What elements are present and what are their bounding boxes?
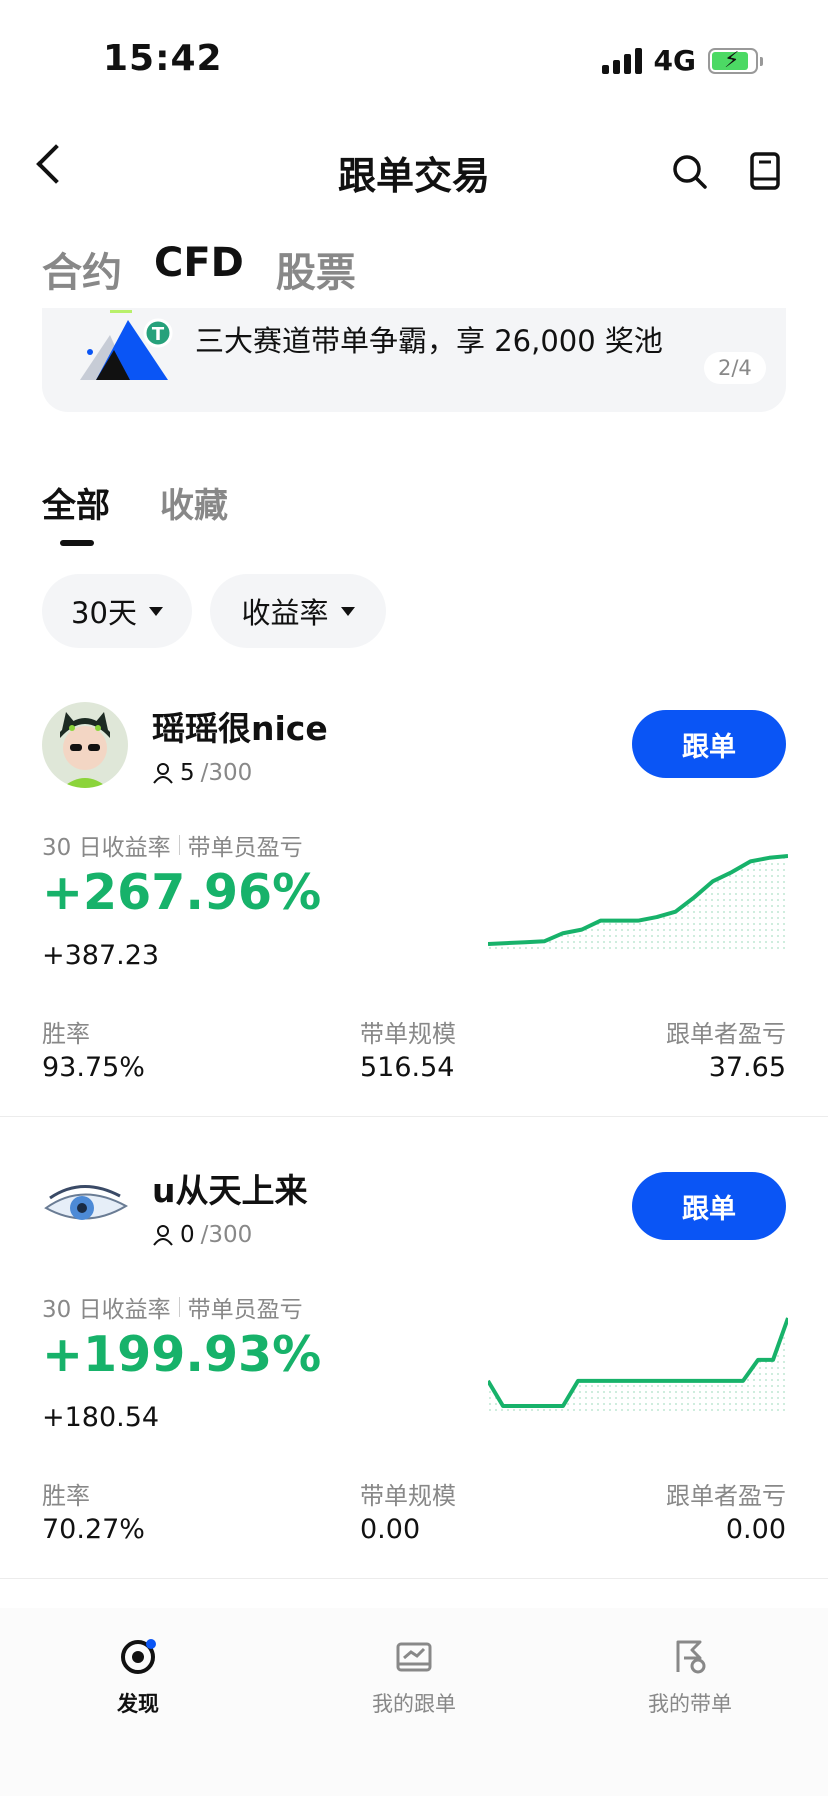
win-rate-value: 70.27% [42,1514,145,1545]
follower-pnl-value: 37.65 [708,1052,786,1083]
trader-name: 瑶瑶很nice [152,709,328,748]
sub-tabs: 全部 收藏 [42,478,228,527]
sort-filter[interactable]: 收益率 [210,574,386,648]
follow-button[interactable]: 跟单 [632,710,786,778]
roi-value: +267.96% [42,864,322,921]
category-tabs: 合约 CFD 股票 [42,240,356,298]
pnl-value: +387.23 [42,940,160,971]
aum-label: 带单规模 [360,1482,456,1510]
caret-down-icon [340,606,355,616]
banner-art-icon: T [80,310,173,380]
caret-down-icon [148,606,163,616]
aum-value: 0.00 [360,1514,421,1545]
avatar [42,702,128,788]
trader-card[interactable]: 瑶瑶很nice 5/300 跟单 30 日收益率 带单员盈亏 +267.96% … [0,702,828,1162]
period-filter[interactable]: 30天 [42,574,192,648]
tab-all[interactable]: 全部 [42,478,110,527]
win-rate-value: 93.75% [42,1052,145,1083]
follower-count: 5/300 [152,760,252,786]
follower-current: 5 [180,760,195,786]
follower-capacity: /300 [200,760,253,786]
search-icon[interactable] [672,154,708,190]
roi-label: 30 日收益率 [42,835,171,861]
tab-indicator [60,540,94,546]
svg-text:T: T [152,324,165,345]
trader-name: u从天上来 [152,1171,308,1210]
nav-my-lead[interactable]: 我的带单 [590,1636,790,1718]
pnl-label: 带单员盈亏 [187,835,303,861]
bottom-nav: 发现 我的跟单 我的带单 [0,1608,828,1796]
signal-icon [601,47,642,74]
pnl-value: +180.54 [42,1402,160,1433]
nav-label: 发现 [117,1692,159,1716]
follower-pnl-label: 跟单者盈亏 [666,1482,786,1510]
battery-icon: ⚡ [708,47,763,74]
person-icon [153,763,173,784]
tab-favorites[interactable]: 收藏 [160,478,228,527]
banner-text: 三大赛道带单争霸，享 26,000 奖池 [195,324,663,358]
follower-pnl-value: 0.00 [725,1514,786,1545]
aum-label: 带单规模 [360,1020,456,1048]
chart-box-icon [396,1642,432,1672]
sparkline-area [488,856,788,950]
sort-filter-label: 收益率 [241,596,329,630]
avatar [42,1164,128,1250]
follower-capacity: /300 [200,1222,253,1248]
tab-cfd[interactable]: CFD [154,240,244,298]
network-type: 4G [653,44,696,77]
metric-label: 30 日收益率 带单员盈亏 [42,1290,303,1324]
flag-icon [676,1640,706,1674]
follower-pnl-label: 跟单者盈亏 [666,1020,786,1048]
roi-label: 30 日收益率 [42,1297,171,1323]
nav-label: 我的跟单 [372,1692,456,1716]
nav-label: 我的带单 [648,1692,732,1716]
roi-value: +199.93% [42,1326,322,1383]
book-icon[interactable] [750,152,780,190]
sparkline-area [488,1318,788,1412]
nav-discover[interactable]: 发现 [38,1636,238,1718]
win-rate-label: 胜率 [42,1482,90,1510]
follower-count: 0/300 [152,1222,252,1248]
person-icon [153,1225,173,1246]
pnl-label: 带单员盈亏 [187,1297,303,1323]
nav-my-copy[interactable]: 我的跟单 [314,1636,514,1718]
trader-card[interactable]: u从天上来 0/300 跟单 30 日收益率 带单员盈亏 +199.93% +1… [0,1164,828,1624]
aum-value: 516.54 [360,1052,455,1083]
banner-pager: 2/4 [704,352,766,384]
tab-stocks[interactable]: 股票 [276,240,356,298]
discover-icon [121,1639,156,1674]
period-filter-label: 30天 [71,596,137,630]
status-indicators: 4G ⚡ [601,44,763,77]
win-rate-label: 胜率 [42,1020,90,1048]
card-divider [0,1578,828,1579]
roi-sparkline [488,1312,788,1412]
metric-label: 30 日收益率 带单员盈亏 [42,828,303,862]
follow-button[interactable]: 跟单 [632,1172,786,1240]
roi-sparkline [488,850,788,950]
status-time: 15:42 [103,38,223,79]
tab-futures[interactable]: 合约 [42,240,122,298]
follower-current: 0 [180,1222,195,1248]
card-divider [0,1116,828,1117]
